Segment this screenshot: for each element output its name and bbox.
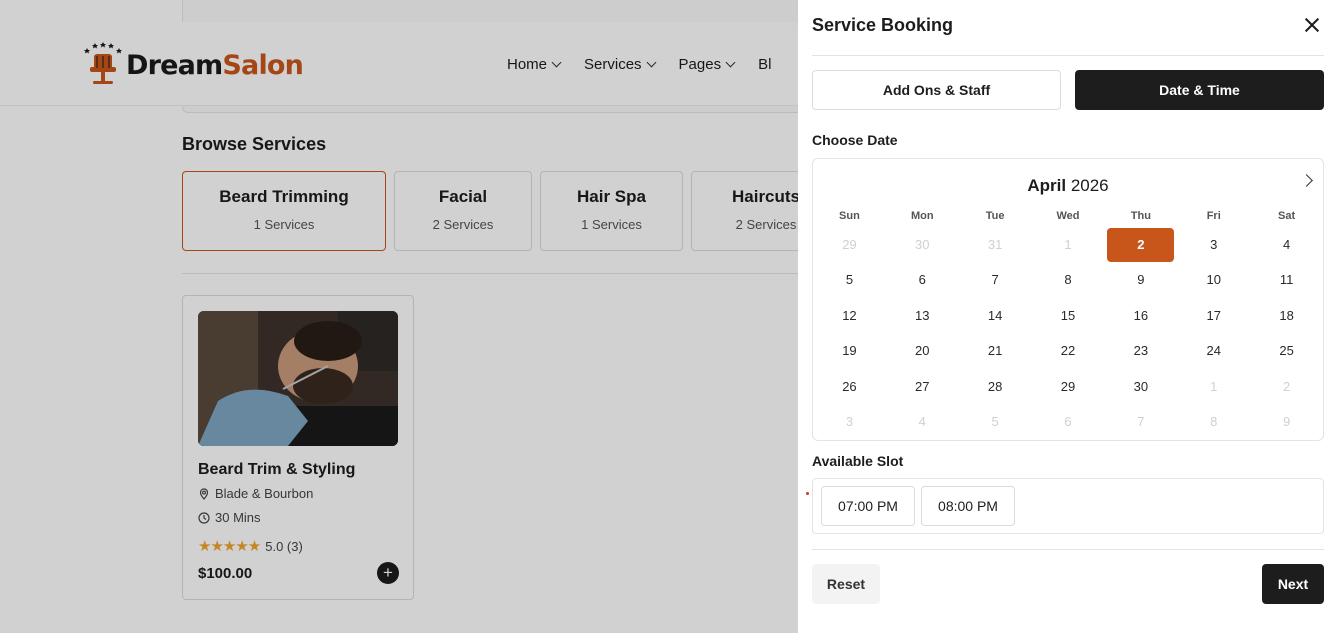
tab-date-time[interactable]: Date & Time <box>1075 70 1324 110</box>
calendar-day[interactable]: 26 <box>813 369 886 404</box>
calendar-day: 6 <box>1064 413 1072 429</box>
calendar-day[interactable]: 9 <box>1104 262 1177 297</box>
choose-date-label: Choose Date <box>812 132 898 148</box>
divider <box>812 549 1324 550</box>
calendar-day: 4 <box>918 413 926 429</box>
calendar-day: 30 <box>915 237 930 252</box>
calendar-day[interactable]: 11 <box>1250 262 1323 297</box>
calendar-day[interactable]: 15 <box>1032 298 1105 333</box>
calendar-day: 29 <box>842 237 857 252</box>
close-icon[interactable] <box>1301 14 1323 36</box>
calendar-day[interactable]: 3 <box>1177 227 1250 262</box>
calendar-day: 5 <box>991 413 999 429</box>
calendar-day-selected[interactable]: 2 <box>1104 227 1177 262</box>
calendar-day[interactable]: 23 <box>1104 333 1177 368</box>
calendar-day: 1 <box>1210 378 1218 394</box>
next-button[interactable]: Next <box>1262 564 1324 604</box>
divider <box>812 55 1324 56</box>
calendar-day[interactable]: 16 <box>1104 298 1177 333</box>
calendar-day[interactable]: 29 <box>1032 369 1105 404</box>
calendar-day[interactable]: 4 <box>1250 227 1323 262</box>
calendar-day[interactable]: 27 <box>886 369 959 404</box>
calendar-day[interactable]: 12 <box>813 298 886 333</box>
weekday-label: Mon <box>910 210 934 222</box>
calendar-day[interactable]: 30 <box>1104 369 1177 404</box>
service-booking-drawer: Service Booking Add Ons & Staff Date & T… <box>798 0 1334 633</box>
weekday-label: Wed <box>1056 210 1080 222</box>
calendar-grid: Sun Mon Tue Wed Thu Fri Sat 29 30 31 1 2 3 4 5 6 7 8 9 10 11… <box>813 210 1323 439</box>
calendar-day: 31 <box>987 237 1003 252</box>
weekday-label: Sat <box>1278 210 1296 222</box>
calendar-day[interactable]: 21 <box>959 333 1032 368</box>
calendar-day[interactable]: 6 <box>886 262 959 297</box>
calendar-day[interactable]: 5 <box>813 262 886 297</box>
calendar-day: 2 <box>1282 378 1291 394</box>
calendar-day[interactable]: 17 <box>1177 298 1250 333</box>
calendar-day[interactable]: 14 <box>959 298 1032 333</box>
drawer-title: Service Booking <box>812 15 954 35</box>
calendar: April 2026 Sun Mon Tue Wed Thu Fri Sat 29 30 31 1 2… <box>812 158 1324 441</box>
calendar-day: 3 <box>845 413 854 429</box>
tab-add-ons-staff[interactable]: Add Ons & Staff <box>812 70 1061 110</box>
weekday-label: Sun <box>839 210 860 222</box>
calendar-day[interactable]: 18 <box>1250 298 1323 333</box>
reset-button[interactable]: Reset <box>812 564 880 604</box>
slot-list: 07:00 PM 08:00 PM <box>812 478 1324 534</box>
calendar-day[interactable]: 7 <box>959 262 1032 297</box>
slot-0700pm[interactable]: 07:00 PM <box>821 486 915 526</box>
weekday-label: Thu <box>1130 210 1151 222</box>
calendar-day[interactable]: 10 <box>1177 262 1250 297</box>
calendar-day[interactable]: 25 <box>1250 333 1323 368</box>
calendar-day: 8 <box>1210 413 1218 429</box>
weekday-label: Tue <box>985 210 1005 222</box>
calendar-day[interactable]: 22 <box>1032 333 1105 368</box>
calendar-day: 1 <box>1064 237 1072 252</box>
calendar-day[interactable]: 13 <box>886 298 959 333</box>
indicator-dot <box>806 492 809 495</box>
available-slot-label: Available Slot <box>812 453 904 469</box>
calendar-month-title: April 2026 <box>1027 176 1109 195</box>
calendar-day[interactable]: 28 <box>959 369 1032 404</box>
slot-0800pm[interactable]: 08:00 PM <box>921 486 1015 526</box>
calendar-day: 9 <box>1282 413 1291 429</box>
calendar-day[interactable]: 8 <box>1032 262 1105 297</box>
weekday-label: Fri <box>1206 210 1221 222</box>
calendar-day[interactable]: 24 <box>1177 333 1250 368</box>
calendar-day[interactable]: 19 <box>813 333 886 368</box>
calendar-day: 7 <box>1137 413 1145 429</box>
calendar-day[interactable]: 20 <box>886 333 959 368</box>
